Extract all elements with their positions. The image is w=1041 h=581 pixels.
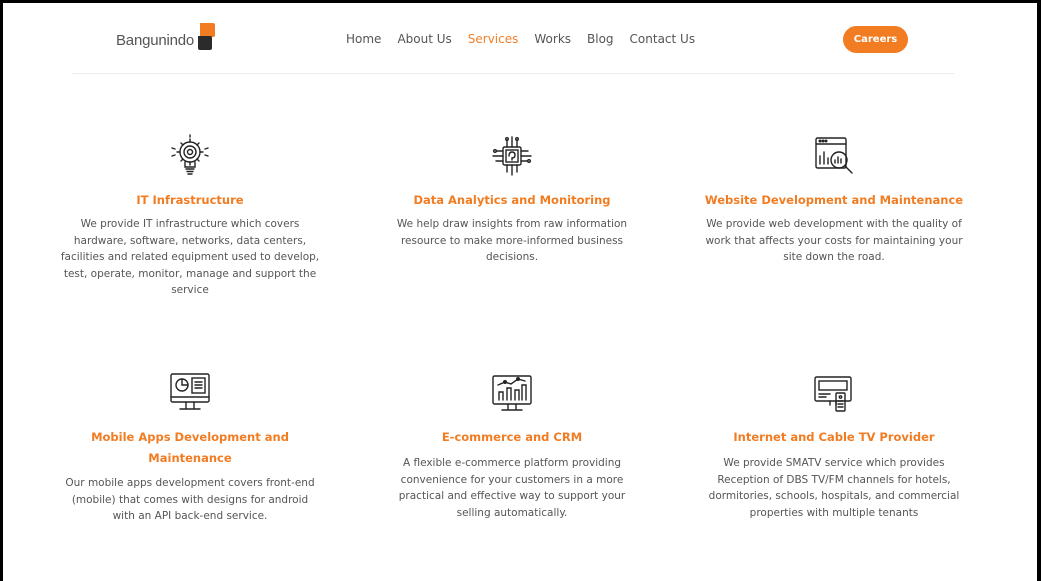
service-title: E-commerce and CRM [441,430,583,444]
service-title: Website Development and Maintenance [704,193,964,207]
service-description: A flexible e-commerce platform providing… [398,457,626,519]
window-border-right [1037,0,1041,581]
service-description: We provide IT infrastructure which cover… [60,218,320,296]
tv-remote-icon [814,376,852,412]
ecommerce-chart-icon [492,375,532,411]
nav-about-us[interactable]: About Us [397,32,451,46]
web-analytics-icon [815,137,853,174]
service-card-data-analytics: Data Analytics and Monitoring We help dr… [382,134,642,266]
ai-chip-icon [492,136,532,176]
service-title: Data Analytics and Monitoring [413,193,611,207]
header-divider [72,73,954,74]
service-title: Mobile Apps Development and Maintenance [91,430,289,465]
nav-home[interactable]: Home [346,32,381,46]
window-border-left [0,0,3,581]
nav-blog[interactable]: Blog [587,32,614,46]
site-header: Bangunindo Home About Us Services Works … [0,0,1041,74]
nav-services[interactable]: Services [468,32,519,46]
service-title: IT Infrastructure [136,193,244,207]
service-description: Our mobile apps development covers front… [65,477,315,522]
logo[interactable]: Bangunindo [116,22,216,50]
nav-contact-us[interactable]: Contact Us [630,32,696,46]
careers-button[interactable]: Careers [843,26,908,53]
service-card-it-infrastructure: IT Infrastructure We provide IT infrastr… [60,134,320,299]
main-nav: Home About Us Services Works Blog Contac… [346,32,711,46]
service-description: We help draw insights from raw informati… [396,218,628,263]
gear-bulb-icon [171,134,209,175]
service-card-internet-cable-tv: Internet and Cable TV Provider We provid… [704,371,964,521]
service-description: We provide web development with the qual… [705,218,963,263]
service-card-website-development: Website Development and Maintenance We p… [704,134,964,266]
service-card-ecommerce: E-commerce and CRM A flexible e-commerce… [382,371,642,521]
nav-works[interactable]: Works [534,32,571,46]
monitor-dashboard-icon [170,373,210,410]
service-card-mobile-apps: Mobile Apps Development and Maintenance … [60,371,320,525]
service-title: Internet and Cable TV Provider [733,430,935,444]
logo-text: Bangunindo [116,32,195,49]
logo-mark-icon [198,23,216,50]
service-description: We provide SMATV service which provides … [708,457,960,519]
